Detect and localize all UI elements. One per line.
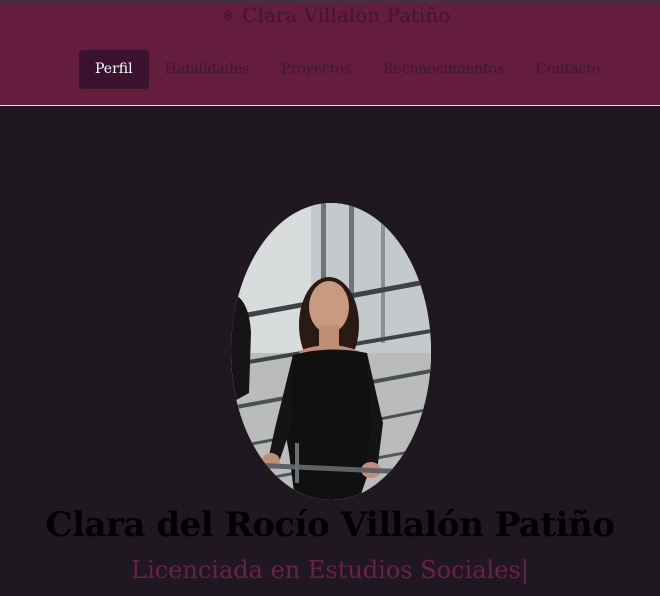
- profile-photo: [231, 203, 431, 500]
- profile-name: Clara del Rocío Villalón Patiño: [45, 505, 615, 545]
- site-brand[interactable]: ❄ Clara Villalón Patiño: [0, 3, 660, 28]
- nav-item-proyectos[interactable]: Proyectos: [265, 50, 367, 89]
- nav-item-habilidades[interactable]: Habilidades: [149, 50, 266, 89]
- nav-item-reconocimientos[interactable]: Reconocimientos: [367, 50, 520, 89]
- site-header: ❄ Clara Villalón Patiño Perfil Habilidade…: [0, 3, 660, 106]
- main-nav: Perfil Habilidades Proyectos Reconocimie…: [79, 50, 616, 89]
- hero-section: Clara del Rocío Villalón Patiño Licencia…: [0, 106, 660, 596]
- brand-title: Clara Villalón Patiño: [242, 3, 451, 27]
- profile-subtitle: Licenciada en Estudios Sociales|: [131, 556, 529, 584]
- snowflake-icon: ❄: [221, 7, 235, 25]
- nav-item-contacto[interactable]: Contacto: [520, 50, 616, 89]
- nav-item-perfil[interactable]: Perfil: [79, 50, 149, 89]
